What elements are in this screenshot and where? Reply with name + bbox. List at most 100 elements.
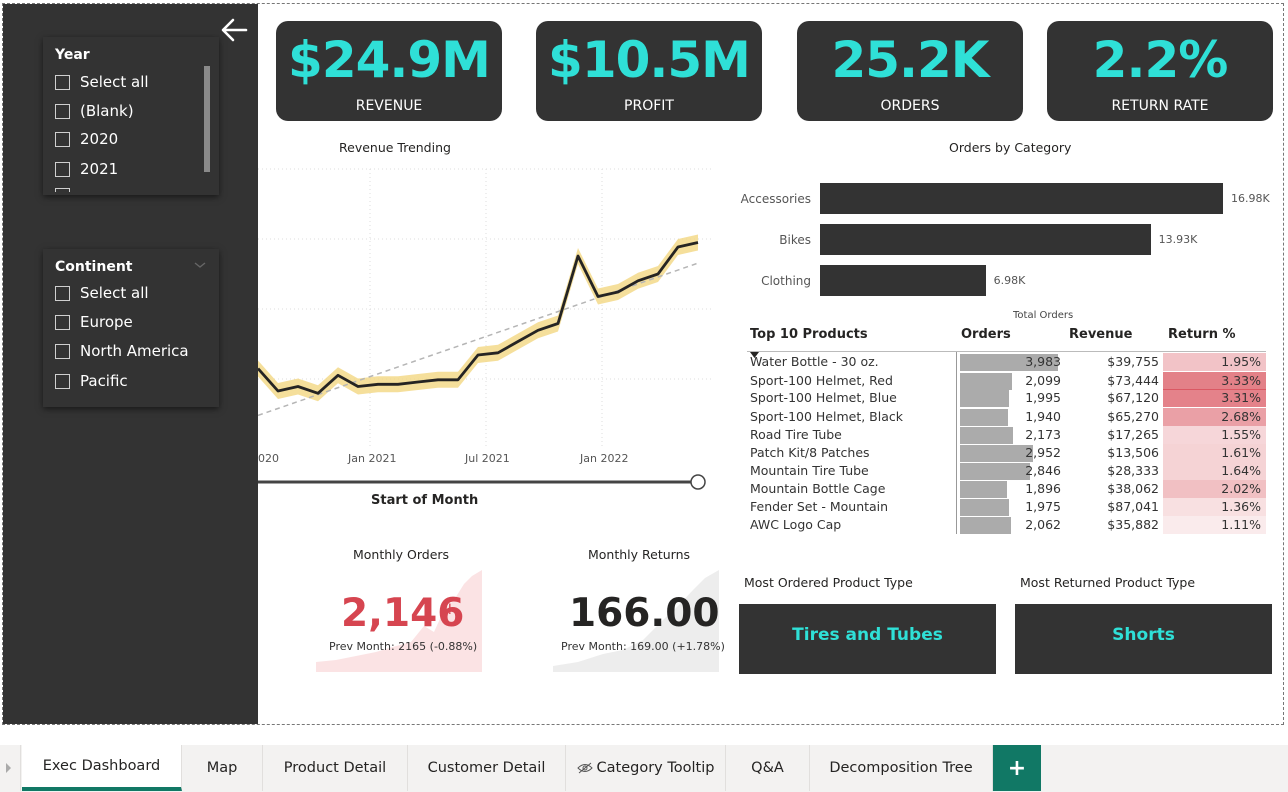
most-ordered-card[interactable]: Tires and Tubes [739,604,996,674]
orders-value: 2,952 [1025,445,1061,460]
report-canvas: Year Select all (Blank) 2020 2021 Contin… [2,3,1284,725]
x-tick-label: Jan 2021 [347,452,396,465]
table-row[interactable]: Sport-100 Helmet, Red 2,099 $73,444 3.33% [747,372,1266,390]
table-row[interactable]: Fender Set - Mountain 1,975 $87,041 1.36% [747,498,1266,516]
return-pct-value: 1.55% [1221,427,1261,442]
checkbox[interactable] [55,343,70,359]
page-tab-bar: Exec Dashboard Map Product Detail Custom… [0,745,1288,792]
forecast-band [258,234,698,402]
checkbox[interactable] [55,74,70,90]
continent-option-select-all[interactable]: Select all [55,282,149,304]
checkbox[interactable] [55,161,70,177]
revenue-value: $73,444 [1107,373,1159,388]
column-header-revenue[interactable]: Revenue [1069,327,1132,342]
column-header-product[interactable]: Top 10 Products [750,327,868,342]
table-row[interactable]: Mountain Bottle Cage 1,896 $38,062 2.02% [747,480,1266,498]
option-label: Select all [80,73,149,91]
gridlines [258,168,713,449]
orders-data-bar [960,390,1010,407]
revenue-trend-chart[interactable]: 020 Jan 2021 Jul 2021 Jan 2022 [258,164,718,509]
tab-category-tooltip[interactable]: Category Tooltip [566,745,726,791]
kpi-label: RETURN RATE [1111,98,1209,114]
table-row[interactable]: Mountain Tire Tube 2,846 $28,333 1.64% [747,462,1266,480]
checkbox[interactable] [55,285,70,301]
product-name: Road Tire Tube [750,427,842,442]
chevron-down-icon[interactable] [193,257,207,275]
monthly-orders-value: 2,146 [341,591,465,636]
table-row[interactable]: Patch Kit/8 Patches 2,952 $13,506 1.61% [747,444,1266,462]
product-name: Sport-100 Helmet, Blue [750,390,897,405]
monthly-returns-prev: Prev Month: 169.00 (+1.78%) [561,640,725,653]
most-ordered-title: Most Ordered Product Type [744,575,913,590]
most-returned-card[interactable]: Shorts [1015,604,1272,674]
return-pct-value: 1.64% [1221,463,1261,478]
category-bar[interactable] [820,265,986,296]
category-axis-title: Total Orders [1013,310,1074,319]
tab-map[interactable]: Map [182,745,263,791]
checkbox[interactable] [55,131,70,147]
back-arrow-icon[interactable] [219,16,249,44]
tab-product-detail[interactable]: Product Detail [263,745,408,791]
continent-option-europe[interactable]: Europe [55,311,133,333]
category-bar[interactable] [820,183,1223,214]
checkbox[interactable] [55,314,70,330]
return-pct-value: 2.02% [1221,481,1261,496]
year-option-2020[interactable]: 2020 [55,128,118,150]
kpi-card-profit[interactable]: $10.5M PROFIT [536,21,762,121]
slicer-scrollbar[interactable] [204,66,210,172]
kpi-value: $24.9M [288,31,491,89]
product-name: AWC Logo Cap [750,517,842,532]
monthly-orders-title: Monthly Orders [353,547,450,562]
year-option-select-all[interactable]: Select all [55,71,149,93]
range-slider-handle[interactable] [690,474,706,490]
year-option-2021[interactable]: 2021 [55,158,118,180]
table-row[interactable]: AWC Logo Cap 2,062 $35,882 1.11% [747,516,1266,534]
kpi-card-return-rate[interactable]: 2.2% RETURN RATE [1047,21,1273,121]
revenue-value: $67,120 [1107,390,1159,405]
kpi-label: REVENUE [355,98,423,114]
checkbox[interactable] [55,373,70,389]
clipped-checkbox [55,188,70,192]
orders-by-category-title: Orders by Category [949,140,1072,155]
column-header-orders[interactable]: Orders [961,327,1011,342]
orders-value: 3,983 [1025,354,1061,369]
category-label: Accessories [740,192,811,206]
category-bar[interactable] [820,224,1151,255]
x-tick-label: Jan 2022 [579,452,628,465]
filter-pane: Year Select all (Blank) 2020 2021 Contin… [3,4,258,724]
orders-value: 2,062 [1025,517,1061,532]
kpi-card-orders[interactable]: 25.2K ORDERS [797,21,1023,121]
option-label: 2020 [80,130,119,148]
tab-decomposition-tree[interactable]: Decomposition Tree [810,745,993,791]
kpi-card-revenue[interactable]: $24.9M REVENUE [276,21,502,121]
tab-exec-dashboard[interactable]: Exec Dashboard [22,745,182,791]
return-pct-value: 1.11% [1221,517,1261,532]
product-name: Fender Set - Mountain [750,499,889,514]
orders-value: 1,975 [1025,499,1061,514]
monthly-orders-prev: Prev Month: 2165 (-0.88%) [329,640,478,653]
column-header-return-pct[interactable]: Return % [1168,327,1236,342]
tab-customer-detail[interactable]: Customer Detail [408,745,566,791]
year-option-blank[interactable]: (Blank) [55,100,134,122]
tab-scroll-left-icon[interactable] [4,761,12,779]
revenue-value: $35,882 [1107,517,1159,532]
add-page-button[interactable]: + [993,745,1041,791]
revenue-value: $39,755 [1107,354,1159,369]
table-row[interactable]: Road Tire Tube 2,173 $17,265 1.55% [747,426,1266,444]
continent-option-north-america[interactable]: North America [55,340,189,362]
product-name: Mountain Tire Tube [750,463,869,478]
product-name: Patch Kit/8 Patches [750,445,870,460]
return-pct-value: 2.68% [1221,409,1261,424]
checkbox[interactable] [55,103,70,119]
category-value-label: 13.93K [1158,233,1198,246]
table-row[interactable]: Sport-100 Helmet, Blue 1,995 $67,120 3.31% [747,389,1266,407]
product-name: Mountain Bottle Cage [750,481,886,496]
orders-value: 2,173 [1025,427,1061,442]
hidden-eye-icon [576,762,593,778]
tab-qa[interactable]: Q&A [726,745,810,791]
table-row[interactable]: Sport-100 Helmet, Black 1,940 $65,270 2.68% [747,408,1266,426]
option-label: North America [80,342,189,360]
continent-option-pacific[interactable]: Pacific [55,370,128,392]
header-divider [747,351,1266,352]
table-row[interactable]: Water Bottle - 30 oz. 3,983 $39,755 1.95% [747,353,1266,371]
